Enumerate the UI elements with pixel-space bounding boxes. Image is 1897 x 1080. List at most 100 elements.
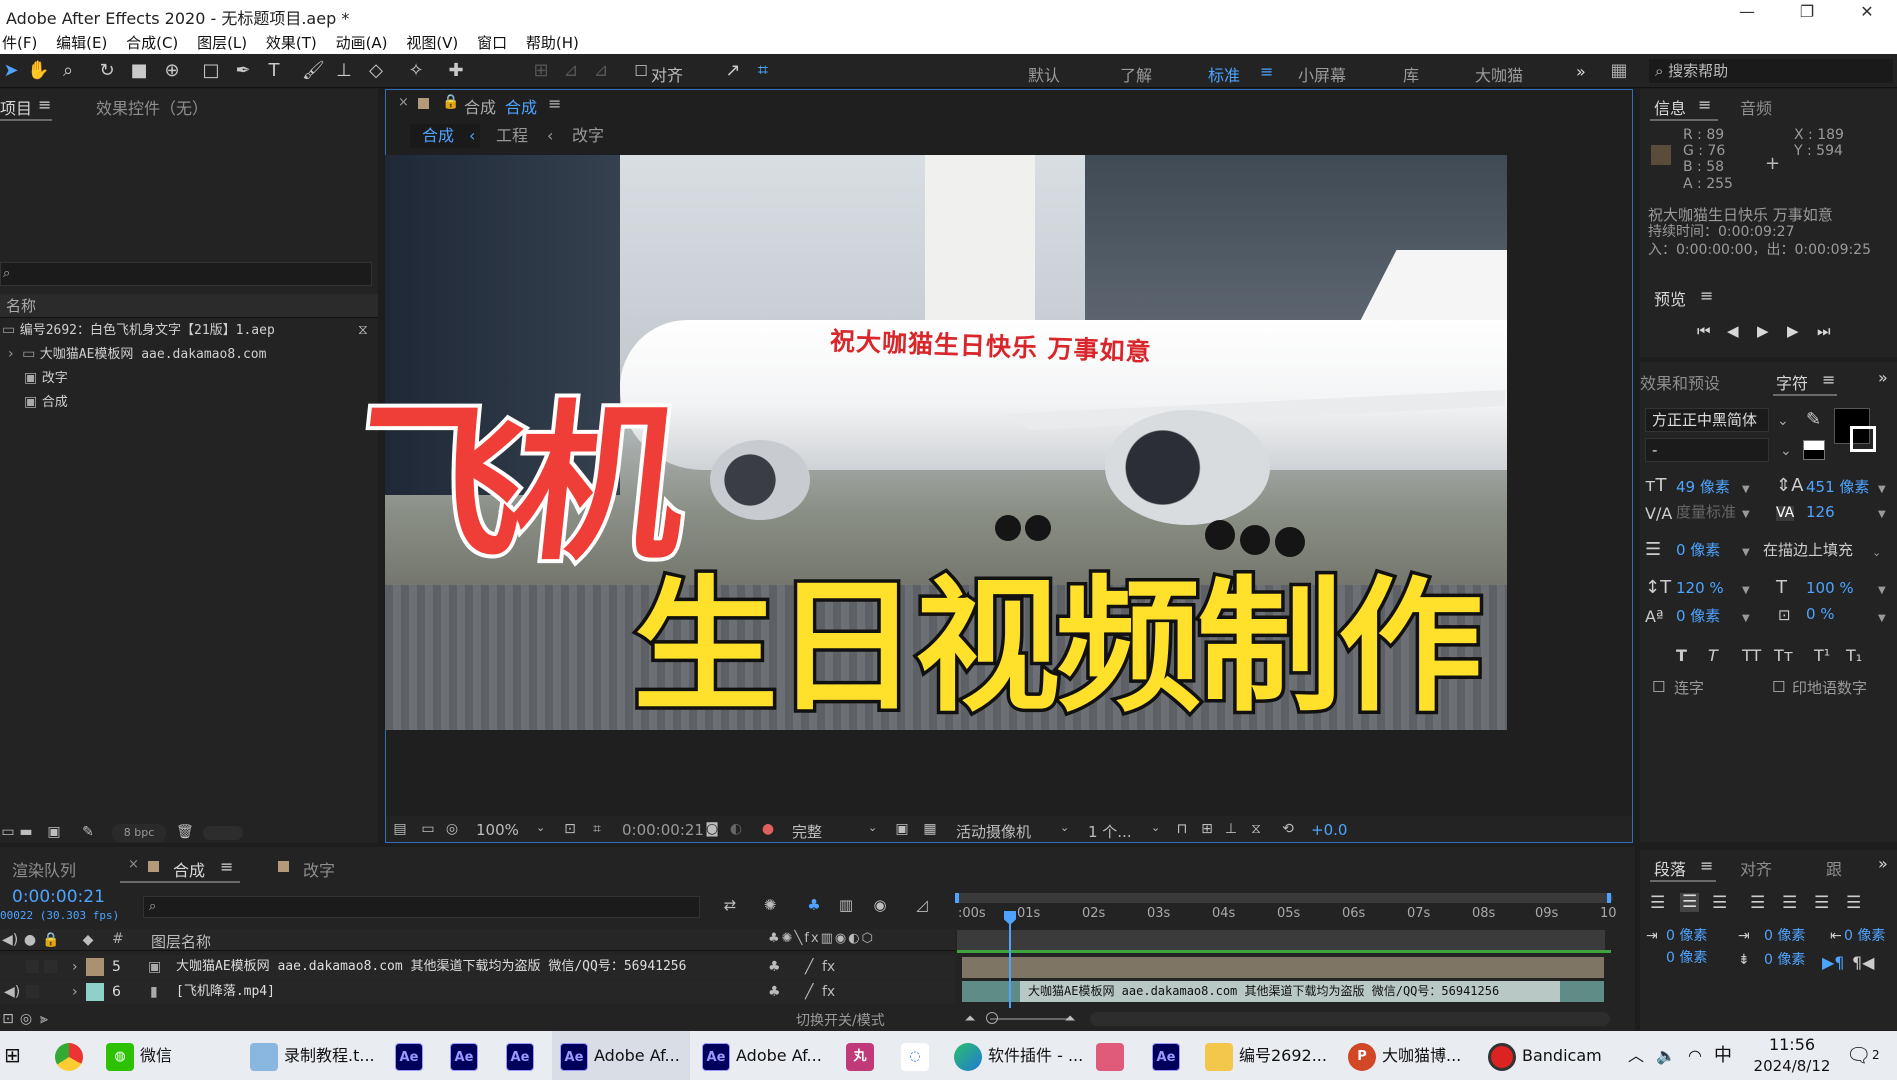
selection-tool-icon[interactable]: ➤	[0, 60, 22, 82]
layer-label-color[interactable]	[86, 958, 104, 976]
horizontal-scale-value[interactable]: 100 %	[1806, 581, 1854, 596]
chevron-down-icon[interactable]: ⌄	[1151, 821, 1160, 834]
type-tool-icon[interactable]: T	[263, 60, 285, 82]
chevron-down-icon[interactable]: ▼	[1742, 507, 1750, 522]
panel-menu-icon[interactable]: ≡	[1700, 286, 1713, 305]
taskbar-ae-3[interactable]: Ae	[506, 1031, 540, 1080]
menu-layer[interactable]: 图层(L)	[197, 32, 247, 53]
playhead-line[interactable]	[1009, 911, 1011, 1011]
first-frame-icon[interactable]: ⏮	[1697, 322, 1711, 340]
tab-composition[interactable]: 合成	[505, 94, 537, 118]
workspace-default[interactable]: 默认	[1028, 62, 1060, 86]
time-navigator[interactable]	[957, 930, 1605, 950]
panel-more-icon[interactable]: »	[1878, 854, 1888, 873]
timeline-scrollbar[interactable]	[1090, 1012, 1610, 1026]
project-item-gaizi[interactable]: ▣ 改字	[0, 366, 378, 390]
flowchart-icon[interactable]: ⧖	[1248, 821, 1264, 837]
no-fill-swatch[interactable]	[1803, 440, 1825, 460]
layer-row[interactable]: › 5 ▣ 大咖猫AE模板网 aae.dakamao8.com 其他渠道下载均为…	[0, 955, 955, 979]
panel-menu-icon[interactable]: ≡	[1698, 95, 1711, 114]
maximize-button[interactable]: ❐	[1787, 2, 1827, 26]
shy-switch-icon[interactable]: ♣	[768, 980, 781, 1004]
camera-tool-icon[interactable]: ■	[128, 60, 150, 82]
motion-blur-icon[interactable]: ◉	[872, 897, 888, 913]
tab-project[interactable]: 项目	[0, 95, 32, 119]
layer-track-bar[interactable]	[962, 957, 1604, 978]
toggle-switches-icon[interactable]: ◎	[18, 1011, 34, 1027]
workspace-libraries[interactable]: 库	[1403, 62, 1419, 86]
workspace-menu-icon[interactable]: ≡	[1260, 62, 1273, 81]
taskbar-ae-1[interactable]: Ae	[395, 1031, 429, 1080]
breadcrumb-gongcheng[interactable]: 工程	[496, 124, 528, 148]
tab-timeline-comp[interactable]: 合成	[173, 857, 205, 881]
toggle-panes-icon[interactable]: ⊡	[0, 1011, 16, 1027]
align-center-icon[interactable]: ☰	[1680, 893, 1700, 912]
lock-icon[interactable]: 🔒	[442, 94, 459, 110]
menu-animation[interactable]: 动画(A)	[336, 32, 388, 53]
breadcrumb-hecheng[interactable]: 合成	[422, 124, 454, 148]
close-button[interactable]: ✕	[1847, 2, 1887, 26]
clock-date[interactable]: 2024/8/12	[1746, 1055, 1838, 1077]
play-icon[interactable]: ▶	[1757, 322, 1769, 340]
layer-track-label[interactable]: 大咖猫AE模板网 aae.dakamao8.com 其他渠道下载均为盗版 微信/…	[1020, 981, 1560, 1002]
bpc-button[interactable]: 8 bpc	[112, 824, 166, 842]
quality-switch-icon[interactable]: ╱	[805, 955, 813, 979]
taskbar-edge[interactable]: 软件插件 - ...	[954, 1031, 1083, 1080]
chevron-down-icon[interactable]: ⌄	[1060, 821, 1069, 834]
workspace-learn[interactable]: 了解	[1120, 62, 1152, 86]
tab-effects-presets[interactable]: 效果和预设	[1640, 370, 1720, 394]
zoom-slider[interactable]	[990, 1018, 1070, 1020]
layer-name[interactable]: 大咖猫AE模板网 aae.dakamao8.com 其他渠道下载均为盗版 微信/…	[176, 955, 686, 979]
all-caps-icon[interactable]: TT	[1742, 648, 1761, 664]
menu-help[interactable]: 帮助(H)	[526, 32, 579, 53]
taskbar-powerpoint[interactable]: P 大咖猫博...	[1348, 1031, 1461, 1080]
fast-preview-icon[interactable]: ▣	[894, 821, 910, 837]
frame-blending-icon[interactable]: ▥	[838, 897, 854, 913]
zoom-slider-knob[interactable]	[986, 1012, 998, 1024]
vertical-scale-value[interactable]: 120 %	[1676, 581, 1724, 596]
menu-view[interactable]: 视图(V)	[406, 32, 458, 53]
draft-3d-icon[interactable]: ✺	[762, 897, 778, 913]
zoom-out-icon[interactable]: ⏶	[962, 1011, 978, 1027]
project-search-input[interactable]: ⌕	[0, 262, 372, 286]
tracking-value[interactable]: 126	[1806, 505, 1835, 520]
layer-search-input[interactable]: ⌕	[143, 896, 700, 918]
chevron-down-icon[interactable]: ▼	[1878, 611, 1886, 626]
stroke-color-swatch[interactable]	[1850, 426, 1876, 452]
faux-bold-icon[interactable]: T	[1676, 648, 1687, 664]
reset-exposure-icon[interactable]: ⟲	[1280, 821, 1296, 837]
expand-arrow-icon[interactable]: ›	[72, 980, 78, 1004]
leading-value[interactable]: 451 像素	[1806, 480, 1869, 495]
workspace-small-screen[interactable]: 小屏幕	[1298, 62, 1346, 86]
composition-mini-flowchart-icon[interactable]: ⇄	[722, 897, 738, 913]
zoom-in-icon[interactable]: ⏶	[1062, 1011, 1078, 1027]
taskbar-bandicam[interactable]: Bandicam	[1488, 1031, 1602, 1080]
switches-modes-toggle[interactable]: 切换开关/模式	[796, 1010, 885, 1030]
panel-menu-icon[interactable]: ≡	[1822, 370, 1835, 389]
ime-indicator[interactable]: 中	[1714, 1031, 1732, 1080]
panel-menu-icon[interactable]: ≡	[1700, 856, 1713, 875]
menu-edit[interactable]: 编辑(E)	[56, 32, 107, 53]
notification-icon[interactable]: 🗨	[1846, 1031, 1871, 1080]
display-icon[interactable]: ▭	[420, 821, 436, 837]
work-area-start[interactable]	[955, 893, 959, 903]
ligature-checkbox[interactable]: ☐	[1652, 680, 1665, 695]
taskbar-app-calendar[interactable]	[1096, 1031, 1130, 1080]
3d-renderer-icon[interactable]: ⊞	[1199, 821, 1215, 837]
solo-toggle[interactable]	[26, 985, 39, 998]
new-composition-icon[interactable]: ▣	[46, 824, 62, 840]
shy-layers-icon[interactable]: ♣	[806, 897, 822, 913]
search-help-field[interactable]: ⌕ 搜索帮助	[1649, 59, 1893, 83]
tab-timeline-gaizi[interactable]: 改字	[303, 857, 335, 881]
chevron-down-icon[interactable]: ⌄	[1872, 545, 1881, 560]
align-right-icon[interactable]: ☰	[1712, 895, 1727, 912]
tab-info[interactable]: 信息	[1654, 95, 1686, 119]
hindi-digits-checkbox[interactable]: ☐	[1772, 680, 1785, 695]
chevron-down-icon[interactable]: ▼	[1878, 583, 1886, 598]
workspace-dakamao[interactable]: 大咖猫	[1475, 62, 1523, 86]
safe-zones-icon[interactable]: ⊡	[562, 821, 578, 837]
viewer-timecode[interactable]: 0:00:00:21	[622, 821, 704, 839]
pen-tool-icon[interactable]: ✒	[232, 60, 254, 82]
layer-row[interactable]: ◀) › 6 ▮ [飞机降落.mp4] ♣ ╱ fx	[0, 980, 955, 1004]
tab-paragraph[interactable]: 段落	[1654, 856, 1686, 880]
